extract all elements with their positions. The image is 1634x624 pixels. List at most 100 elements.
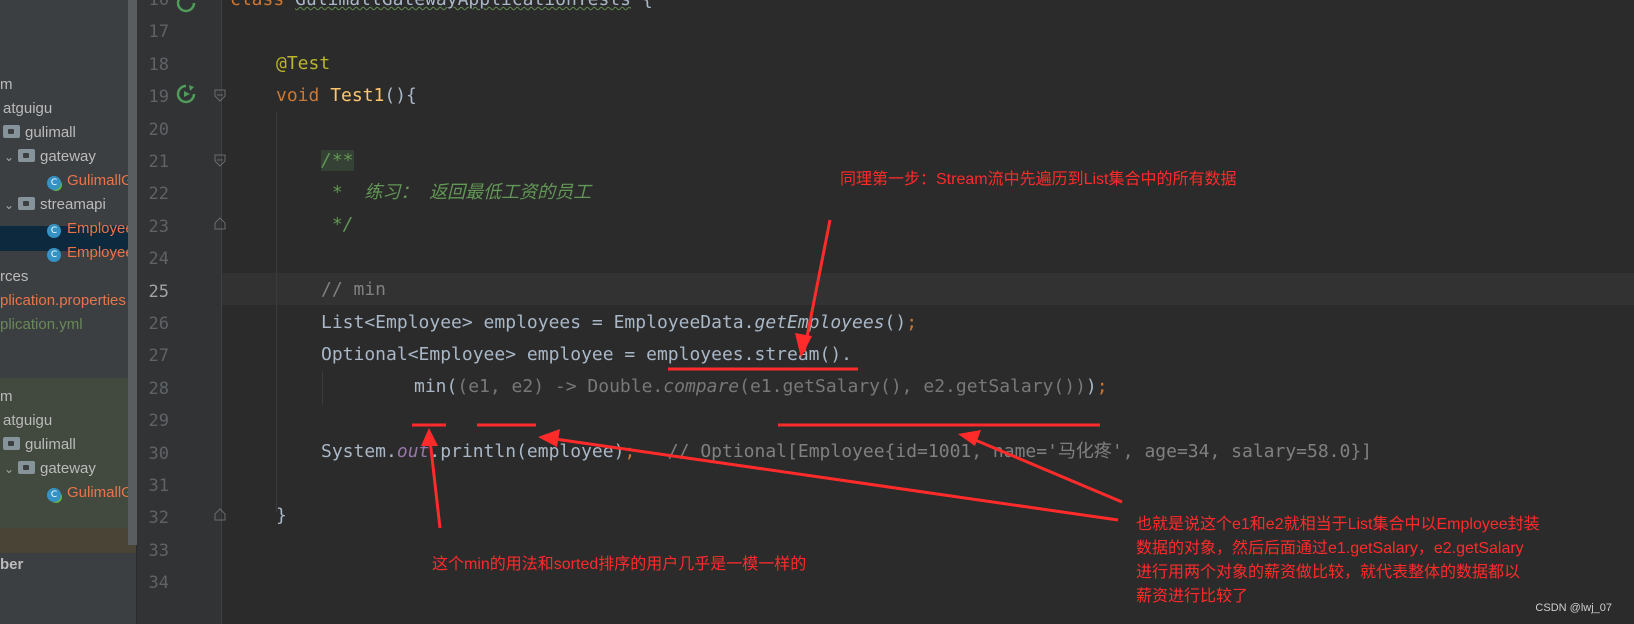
code-line-21[interactable]: /** <box>321 145 354 177</box>
tree-item[interactable]: ber <box>0 553 23 577</box>
annotation-note-block: 也就是说这个e1和e2就相当于List集合中以Employee封装 数据的对象，… <box>1136 513 1540 609</box>
code-text: (e1, e2) -> Double. <box>457 376 664 397</box>
line-number[interactable]: 31 <box>141 470 169 502</box>
tree-item-streamapi[interactable]: ⌄ streamapi <box>4 193 106 217</box>
code-line-25[interactable]: // min <box>321 274 386 306</box>
line-number[interactable]: 30 <box>141 438 169 470</box>
fold-icon[interactable] <box>213 508 227 522</box>
semicolon: ; <box>1096 376 1108 397</box>
run-icon[interactable] <box>176 84 196 104</box>
tree-item-class[interactable]: C Employee <box>47 217 134 241</box>
tree-item-label: rces <box>0 268 29 285</box>
annotation-note: 同理第一步：Stream流中先遍历到List集合中的所有数据 <box>840 171 1237 188</box>
fold-icon[interactable] <box>213 88 227 102</box>
tree-item-class[interactable]: C GulimallGa <box>47 169 136 193</box>
code-line-16[interactable]: class GulimallGatewayApplicationTests { <box>230 0 653 16</box>
line-number[interactable]: 19 <box>141 81 169 113</box>
tree-item[interactable]: atguigu <box>3 97 52 121</box>
tree-item-label: Employee <box>67 220 134 237</box>
semicolon: ; <box>624 441 636 462</box>
line-number[interactable]: 18 <box>141 49 169 81</box>
chevron-down-icon[interactable]: ⌄ <box>4 145 18 169</box>
tree-item-gulimall[interactable]: gulimall <box>3 121 76 145</box>
line-number[interactable]: 24 <box>141 243 169 275</box>
line-number[interactable]: 25 <box>141 276 169 308</box>
code-line-32[interactable]: } <box>276 500 287 532</box>
tree-item-label: gulimall <box>25 436 76 453</box>
chevron-down-icon[interactable]: ⌄ <box>4 193 18 217</box>
method-name: Test1 <box>330 85 385 106</box>
code-line-30[interactable]: System.out.println(employee); // Optiona… <box>321 436 1372 468</box>
tree-item-label: atguigu <box>3 100 53 117</box>
tree-item[interactable]: rces <box>0 265 28 289</box>
watermark: CSDN @lwj_07 <box>1535 602 1612 614</box>
run-icon[interactable] <box>176 0 196 13</box>
code-line-26[interactable]: List<Employee> employees = EmployeeData.… <box>321 307 917 339</box>
doc-comment: * 练习： 返回最低工资的员工 <box>321 182 592 203</box>
tree-item-label: gulimall <box>25 124 76 141</box>
line-number[interactable]: 16 <box>141 0 169 16</box>
tree-item-label: plication.yml <box>0 316 83 333</box>
code-text: System. <box>321 441 397 462</box>
tree-item-file[interactable]: plication.yml <box>0 313 83 337</box>
line-number[interactable]: 17 <box>141 16 169 48</box>
tree-item-label: gateway <box>40 148 96 165</box>
code-line-18[interactable]: @Test <box>276 48 330 80</box>
spring-class-icon: C <box>47 488 61 502</box>
line-number[interactable]: 32 <box>141 502 169 534</box>
code-text: } <box>276 505 287 526</box>
current-line-highlight <box>222 273 1634 305</box>
line-number[interactable]: 21 <box>141 146 169 178</box>
code-text: List<Employee> employees = EmployeeData. <box>321 312 755 333</box>
code-text: min( <box>414 376 458 397</box>
code-text: (){ <box>384 85 417 106</box>
line-number[interactable]: 28 <box>141 373 169 405</box>
tree-item[interactable]: atguigu <box>3 409 52 433</box>
tree-item-file[interactable]: plication.properties <box>0 289 126 313</box>
code-text: () <box>884 312 907 333</box>
code-line-23[interactable]: */ <box>321 209 354 241</box>
doc-comment: */ <box>321 214 354 235</box>
line-number[interactable]: 22 <box>141 178 169 210</box>
annotation-note: 这个min的用法和sorted排序的用户几乎是一模一样的 <box>432 556 807 573</box>
tree-item-class[interactable]: C EmployeeD <box>47 241 136 265</box>
line-number[interactable]: 29 <box>141 405 169 437</box>
chevron-down-icon[interactable]: ⌄ <box>4 457 18 481</box>
code-line-27[interactable]: Optional<Employee> employee = employees.… <box>321 339 852 371</box>
keyword: class <box>230 0 295 10</box>
spring-class-icon: C <box>47 176 61 190</box>
static-field: out <box>396 441 430 462</box>
tree-item[interactable]: m <box>0 385 13 409</box>
semicolon: ; <box>906 312 918 333</box>
code-line-19[interactable]: void Test1(){ <box>276 80 417 112</box>
tree-item-label: GulimallGa <box>67 172 136 189</box>
tree-scrollbar[interactable] <box>128 0 137 545</box>
keyword: void <box>276 85 331 106</box>
fold-icon[interactable] <box>213 217 227 231</box>
tree-item-gateway[interactable]: ⌄ gateway <box>4 457 96 481</box>
folder-icon <box>18 149 35 162</box>
annotation-line: 也就是说这个e1和e2就相当于List集合中以Employee封装 <box>1136 516 1540 533</box>
tree-item-class[interactable]: C GulimallGa <box>47 481 136 505</box>
line-number[interactable]: 33 <box>141 535 169 567</box>
line-number[interactable]: 26 <box>141 308 169 340</box>
code-line-28[interactable]: min((e1, e2) -> Double.compare(e1.getSal… <box>414 371 1108 403</box>
line-number[interactable]: 27 <box>141 340 169 372</box>
tree-item-label: gateway <box>40 460 96 477</box>
annotation-line: 进行用两个对象的薪资做比较，就代表整体的数据都以 <box>1136 564 1521 581</box>
tree-item-gateway[interactable]: ⌄ gateway <box>4 145 96 169</box>
class-icon: C <box>47 248 61 262</box>
folder-icon <box>3 125 20 138</box>
tree-item-label: m <box>0 388 13 405</box>
tree-band-yellow <box>0 528 136 553</box>
static-method: getEmployees <box>754 312 885 333</box>
code-line-22[interactable]: * 练习： 返回最低工资的员工 <box>321 177 591 209</box>
folder-icon <box>18 197 35 210</box>
line-number[interactable]: 23 <box>141 211 169 243</box>
class-name: GulimallGatewayApplicationTests <box>295 0 631 10</box>
line-number[interactable]: 34 <box>141 567 169 599</box>
tree-item[interactable]: m <box>0 73 13 97</box>
tree-item-gulimall[interactable]: gulimall <box>3 433 76 457</box>
fold-icon[interactable] <box>213 153 227 167</box>
line-number[interactable]: 20 <box>141 114 169 146</box>
